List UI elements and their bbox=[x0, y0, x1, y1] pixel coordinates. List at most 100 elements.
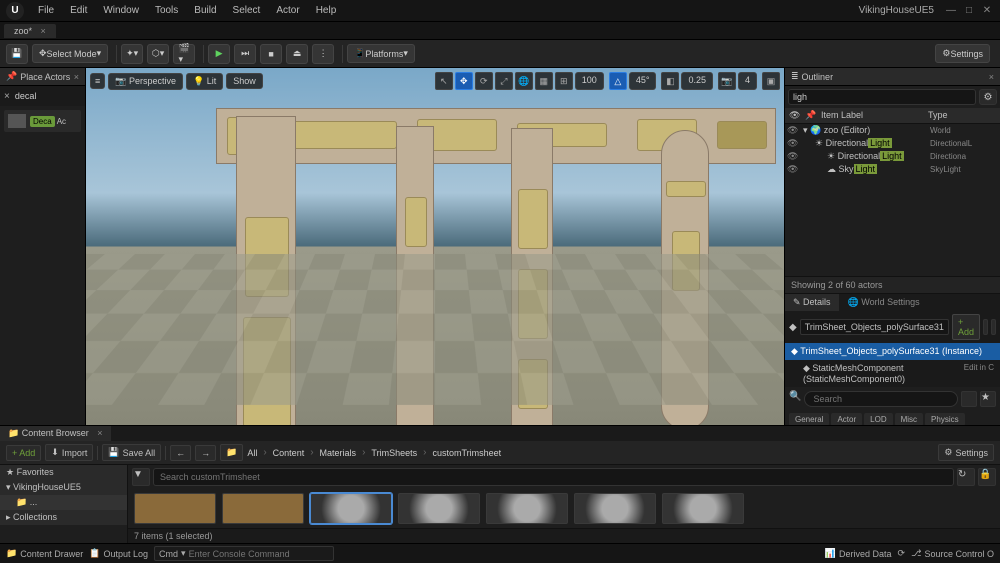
outliner-row-dirlight2[interactable]: 👁☀ DirectionalLightDirectiona bbox=[785, 150, 1000, 163]
cb-save-all-button[interactable]: 💾 Save All bbox=[102, 444, 161, 461]
menu-tools[interactable]: Tools bbox=[147, 5, 186, 16]
outliner-close-icon[interactable]: × bbox=[989, 72, 994, 82]
cb-import-button[interactable]: ⬇ Import bbox=[45, 444, 93, 461]
tab-close-icon[interactable]: × bbox=[41, 26, 46, 36]
crumb-trimsheets[interactable]: TrimSheets bbox=[371, 448, 417, 458]
viewport-maximize-icon[interactable]: ▣ bbox=[762, 72, 780, 90]
save-button[interactable]: 💾 bbox=[6, 44, 28, 64]
instance-row[interactable]: ◆ TrimSheet_Objects_polySurface31 (Insta… bbox=[785, 343, 1000, 360]
pin-column-icon[interactable]: 📌 bbox=[805, 110, 821, 121]
viewport-viewmode-dropdown[interactable]: 💡 Lit bbox=[186, 73, 223, 90]
eject-button[interactable]: ⏏ bbox=[286, 44, 308, 64]
output-log-button[interactable]: 📋 Output Log bbox=[89, 548, 148, 559]
asset-material[interactable] bbox=[574, 493, 656, 524]
play-button[interactable]: ▶ bbox=[208, 44, 230, 64]
tree-project[interactable]: ▾ VikingHouseUE5 bbox=[0, 480, 127, 495]
level-tab[interactable]: zoo* × bbox=[4, 24, 56, 38]
crumb-materials[interactable]: Materials bbox=[320, 448, 357, 458]
console-command[interactable]: Cmd ▾ bbox=[154, 546, 334, 561]
cb-tab-close-icon[interactable]: × bbox=[97, 428, 102, 438]
filter-general[interactable]: General bbox=[789, 413, 829, 425]
cb-folders-button[interactable]: 📁 bbox=[220, 444, 243, 461]
asset-material[interactable] bbox=[398, 493, 480, 524]
panel-close-icon[interactable]: × bbox=[74, 72, 79, 82]
menu-window[interactable]: Window bbox=[95, 5, 147, 16]
viewport-perspective-dropdown[interactable]: 📷 Perspective bbox=[108, 73, 183, 90]
stop-button[interactable]: ■ bbox=[260, 44, 282, 64]
unreal-logo-icon[interactable]: U bbox=[6, 2, 24, 20]
crumb-content[interactable]: Content bbox=[273, 448, 305, 458]
content-drawer-button[interactable]: 📁 Content Drawer bbox=[6, 548, 83, 559]
asset-material[interactable] bbox=[662, 493, 744, 524]
filter-misc[interactable]: Misc bbox=[895, 413, 923, 425]
outliner-row-world[interactable]: 👁▾ 🌍 zoo (Editor)World bbox=[785, 124, 1000, 137]
console-input[interactable] bbox=[189, 549, 329, 559]
asset-folder[interactable] bbox=[222, 493, 304, 524]
clear-search-icon[interactable]: × bbox=[4, 91, 10, 102]
tree-collections[interactable]: ▸ Collections bbox=[0, 510, 127, 525]
add-content-dropdown[interactable]: ✦▾ bbox=[121, 44, 143, 64]
menu-actor[interactable]: Actor bbox=[268, 5, 307, 16]
asset-material[interactable] bbox=[310, 493, 392, 524]
derived-data-button[interactable]: 📊 Derived Data bbox=[825, 548, 892, 559]
tree-favorites[interactable]: ★ Favorites bbox=[0, 465, 127, 480]
cb-back-button[interactable]: ← bbox=[170, 445, 191, 461]
cb-add-button[interactable]: + Add bbox=[6, 445, 41, 461]
crumb-all[interactable]: All bbox=[247, 448, 257, 458]
rotate-transform-button[interactable]: ⟳ bbox=[475, 72, 493, 90]
camera-speed-value[interactable]: 4 bbox=[738, 72, 757, 90]
scale-snap-value[interactable]: 0.25 bbox=[681, 72, 713, 90]
visibility-column-icon[interactable]: 👁 bbox=[789, 110, 805, 121]
menu-build[interactable]: Build bbox=[186, 5, 224, 16]
menu-file[interactable]: File bbox=[30, 5, 62, 16]
move-transform-button[interactable]: ✥ bbox=[455, 72, 473, 90]
angle-snap-value[interactable]: 45° bbox=[629, 72, 657, 90]
viewport[interactable]: ≡ 📷 Perspective 💡 Lit Show ↖ ✥ ⟳ ⤢ 🌐 ▦ ⊞… bbox=[86, 68, 784, 425]
component-row[interactable]: ◆ StaticMeshComponent (StaticMeshCompone… bbox=[785, 360, 1000, 387]
outliner-row-skylight[interactable]: 👁☁ SkyLightSkyLight bbox=[785, 163, 1000, 176]
window-minimize-icon[interactable]: — bbox=[944, 5, 958, 16]
window-maximize-icon[interactable]: □ bbox=[962, 5, 976, 16]
blueprint-edit-icon[interactable] bbox=[991, 319, 996, 335]
details-property-matrix-icon[interactable] bbox=[961, 391, 977, 407]
cb-filter-button[interactable]: ▼ bbox=[132, 468, 150, 486]
asset-folder[interactable] bbox=[134, 493, 216, 524]
grid-snap-value[interactable]: 100 bbox=[575, 72, 604, 90]
select-transform-button[interactable]: ↖ bbox=[435, 72, 453, 90]
crumb-custom[interactable]: customTrimsheet bbox=[432, 448, 501, 458]
angle-snap-toggle[interactable]: △ bbox=[609, 72, 627, 90]
label-column[interactable]: Item Label bbox=[821, 110, 928, 121]
menu-edit[interactable]: Edit bbox=[62, 5, 95, 16]
cb-lock-button[interactable]: 🔒 bbox=[978, 468, 996, 486]
content-browser-tab[interactable]: 📁 Content Browser × bbox=[0, 426, 111, 441]
details-favorite-icon[interactable]: ★ bbox=[980, 391, 996, 407]
scale-snap-toggle[interactable]: ◧ bbox=[661, 72, 679, 90]
type-column[interactable]: Type bbox=[928, 110, 996, 121]
cb-recent-button[interactable]: ↻ bbox=[957, 468, 975, 486]
camera-speed-icon[interactable]: 📷 bbox=[718, 72, 736, 90]
object-name-field[interactable]: TrimSheet_Objects_polySurface31 bbox=[800, 319, 949, 335]
viewport-canvas[interactable] bbox=[86, 68, 784, 425]
surface-snap-button[interactable]: ▦ bbox=[535, 72, 553, 90]
sequence-dropdown[interactable]: 🎬▾ bbox=[173, 44, 195, 64]
blueprints-dropdown[interactable]: ⬡▾ bbox=[147, 44, 169, 64]
skip-button[interactable]: ⏭ bbox=[234, 44, 256, 64]
cb-forward-button[interactable]: → bbox=[195, 445, 216, 461]
window-close-icon[interactable]: ✕ bbox=[980, 5, 994, 16]
tab-details[interactable]: ✎ Details bbox=[785, 294, 839, 311]
filter-physics[interactable]: Physics bbox=[925, 413, 965, 425]
filter-lod[interactable]: LOD bbox=[864, 413, 892, 425]
add-component-button[interactable]: + Add bbox=[952, 314, 980, 340]
outliner-search[interactable] bbox=[788, 89, 976, 105]
platforms-dropdown[interactable]: 📱 Platforms ▾ bbox=[347, 44, 415, 63]
native-component-icon[interactable] bbox=[983, 319, 988, 335]
coord-space-button[interactable]: 🌐 bbox=[515, 72, 533, 90]
tree-folder[interactable]: 📁 ... bbox=[0, 495, 127, 510]
details-search[interactable] bbox=[804, 391, 958, 407]
scale-transform-button[interactable]: ⤢ bbox=[495, 72, 513, 90]
play-options-dropdown[interactable]: ⋮ bbox=[312, 44, 334, 64]
select-mode-dropdown[interactable]: ✥ Select Mode ▾ bbox=[32, 44, 108, 63]
viewport-options-dropdown[interactable]: ≡ bbox=[90, 73, 105, 89]
grid-snap-toggle[interactable]: ⊞ bbox=[555, 72, 573, 90]
tab-world-settings[interactable]: 🌐 World Settings bbox=[840, 294, 928, 311]
